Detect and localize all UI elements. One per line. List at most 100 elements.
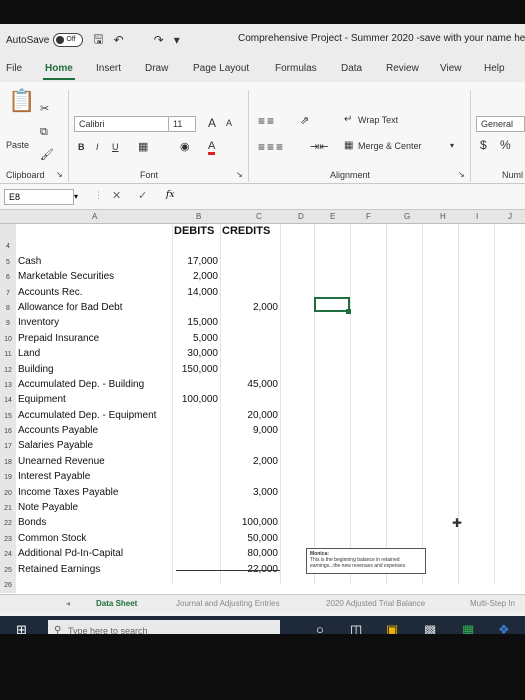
- align-center-icon[interactable]: ≡≡≡: [258, 140, 285, 154]
- windows-start-icon[interactable]: ⊞: [16, 622, 27, 634]
- debit-cell[interactable]: 17,000: [176, 256, 218, 267]
- column-header[interactable]: D: [298, 212, 304, 221]
- credit-cell[interactable]: 20,000: [232, 410, 278, 421]
- paste-icon[interactable]: 📋: [8, 88, 35, 114]
- store-icon[interactable]: ▩: [424, 622, 436, 634]
- excel-taskbar-icon[interactable]: ▦: [462, 622, 474, 634]
- account-name-cell[interactable]: Building: [18, 364, 54, 375]
- scroll-left-icon[interactable]: ◂: [66, 599, 70, 608]
- account-name-cell[interactable]: Accounts Payable: [18, 425, 98, 436]
- cut-icon[interactable]: ✂: [40, 102, 49, 115]
- account-name-cell[interactable]: Cash: [18, 256, 41, 267]
- tab-page-layout[interactable]: Page Layout: [193, 63, 249, 74]
- account-name-cell[interactable]: Prepaid Insurance: [18, 333, 99, 344]
- autosave-toggle[interactable]: Off: [53, 33, 84, 47]
- tab-data[interactable]: Data: [341, 63, 362, 74]
- column-header[interactable]: H: [440, 212, 446, 221]
- credit-cell[interactable]: 100,000: [232, 517, 278, 528]
- currency-button[interactable]: $: [480, 138, 487, 152]
- account-name-cell[interactable]: Allowance for Bad Debt: [18, 302, 123, 313]
- debit-cell[interactable]: 30,000: [176, 348, 218, 359]
- column-header[interactable]: G: [404, 212, 410, 221]
- sheet-tab-data[interactable]: Data Sheet: [96, 599, 137, 608]
- account-name-cell[interactable]: Accounts Rec.: [18, 287, 82, 298]
- indent-icon[interactable]: ⇥⇤: [310, 140, 328, 153]
- account-name-cell[interactable]: Common Stock: [18, 533, 86, 544]
- debits-header[interactable]: DEBITS: [174, 225, 214, 237]
- chevron-down-icon[interactable]: ▾: [450, 141, 454, 150]
- sheet-tab-multistep[interactable]: Multi-Step In: [470, 599, 515, 608]
- clipboard-launcher-icon[interactable]: ↘: [56, 170, 63, 179]
- account-name-cell[interactable]: Accumulated Dep. - Building: [18, 379, 144, 390]
- fill-handle[interactable]: [346, 309, 351, 314]
- credit-cell[interactable]: 80,000: [232, 548, 278, 559]
- undo-icon[interactable]: ↶: [114, 33, 124, 47]
- grow-font-button[interactable]: A: [208, 116, 216, 130]
- cancel-entry-icon[interactable]: ✕: [112, 189, 121, 202]
- tab-view[interactable]: View: [440, 63, 462, 74]
- account-name-cell[interactable]: Salaries Payable: [18, 440, 93, 451]
- debit-cell[interactable]: 2,000: [176, 271, 218, 282]
- account-name-cell[interactable]: Income Taxes Payable: [18, 487, 118, 498]
- tab-help[interactable]: Help: [484, 63, 505, 74]
- tab-file[interactable]: File: [6, 63, 22, 74]
- copy-icon[interactable]: ⧉: [40, 126, 48, 139]
- credits-header[interactable]: CREDITS: [222, 225, 270, 237]
- task-view-icon[interactable]: ◫: [350, 622, 362, 634]
- italic-button[interactable]: I: [96, 142, 99, 152]
- top-align-icon[interactable]: ≡≡: [258, 114, 276, 128]
- wrap-text-icon[interactable]: ↵: [344, 114, 352, 125]
- column-header[interactable]: A: [92, 212, 97, 221]
- font-name-input[interactable]: Calibri: [74, 116, 170, 132]
- account-name-cell[interactable]: Accumulated Dep. - Equipment: [18, 410, 156, 421]
- debit-cell[interactable]: 14,000: [176, 287, 218, 298]
- bold-button[interactable]: B: [78, 142, 85, 152]
- account-name-cell[interactable]: Inventory: [18, 317, 59, 328]
- credit-cell[interactable]: 9,000: [232, 425, 278, 436]
- account-name-cell[interactable]: Marketable Securities: [18, 271, 114, 282]
- credit-cell[interactable]: 45,000: [232, 379, 278, 390]
- paste-button[interactable]: Paste: [6, 140, 29, 150]
- debit-cell[interactable]: 5,000: [176, 333, 218, 344]
- chevron-down-icon[interactable]: ▾: [74, 192, 78, 201]
- orientation-icon[interactable]: ⇗: [300, 114, 309, 127]
- account-name-cell[interactable]: Retained Earnings: [18, 564, 100, 575]
- shrink-font-button[interactable]: A: [226, 118, 232, 128]
- wrap-text-button[interactable]: Wrap Text: [358, 115, 398, 125]
- name-box[interactable]: E8: [4, 189, 74, 205]
- column-header[interactable]: C: [256, 212, 262, 221]
- borders-icon[interactable]: ▦: [138, 140, 148, 153]
- column-header[interactable]: E: [330, 212, 335, 221]
- account-name-cell[interactable]: Bonds: [18, 517, 46, 528]
- debit-cell[interactable]: 150,000: [176, 364, 218, 375]
- account-name-cell[interactable]: Equipment: [18, 394, 66, 405]
- redo-icon[interactable]: ↷: [154, 33, 164, 47]
- insert-function-button[interactable]: fx: [166, 190, 174, 200]
- column-header[interactable]: I: [476, 212, 478, 221]
- tab-insert[interactable]: Insert: [96, 63, 121, 74]
- account-name-cell[interactable]: Interest Payable: [18, 471, 90, 482]
- tab-formulas[interactable]: Formulas: [275, 63, 317, 74]
- font-size-input[interactable]: 11: [168, 116, 196, 132]
- font-launcher-icon[interactable]: ↘: [236, 170, 243, 179]
- number-format-select[interactable]: General: [476, 116, 525, 132]
- confirm-entry-icon[interactable]: ✓: [138, 189, 147, 202]
- debit-cell[interactable]: 15,000: [176, 317, 218, 328]
- fill-color-icon[interactable]: ◉: [180, 140, 190, 153]
- formula-input[interactable]: [186, 189, 525, 205]
- tab-home[interactable]: Home: [45, 63, 73, 74]
- cortana-icon[interactable]: ○: [316, 622, 324, 634]
- format-painter-icon[interactable]: 🖌: [40, 148, 54, 161]
- font-color-button[interactable]: A: [208, 140, 216, 155]
- underline-button[interactable]: U: [112, 142, 119, 152]
- credit-cell[interactable]: 50,000: [232, 533, 278, 544]
- comment-note[interactable]: Monica: This is the beginning balance in…: [306, 548, 426, 574]
- credit-cell[interactable]: 2,000: [232, 456, 278, 467]
- account-name-cell[interactable]: Unearned Revenue: [18, 456, 105, 467]
- alignment-launcher-icon[interactable]: ↘: [458, 170, 465, 179]
- account-name-cell[interactable]: Land: [18, 348, 40, 359]
- spreadsheet-grid[interactable]: A B C D E F G H I J DEBITS CREDITS 4 5 Cas…: [0, 210, 525, 594]
- save-icon[interactable]: 🖫: [93, 30, 103, 51]
- debit-cell[interactable]: 100,000: [176, 394, 218, 405]
- dropbox-icon[interactable]: ❖: [498, 622, 510, 634]
